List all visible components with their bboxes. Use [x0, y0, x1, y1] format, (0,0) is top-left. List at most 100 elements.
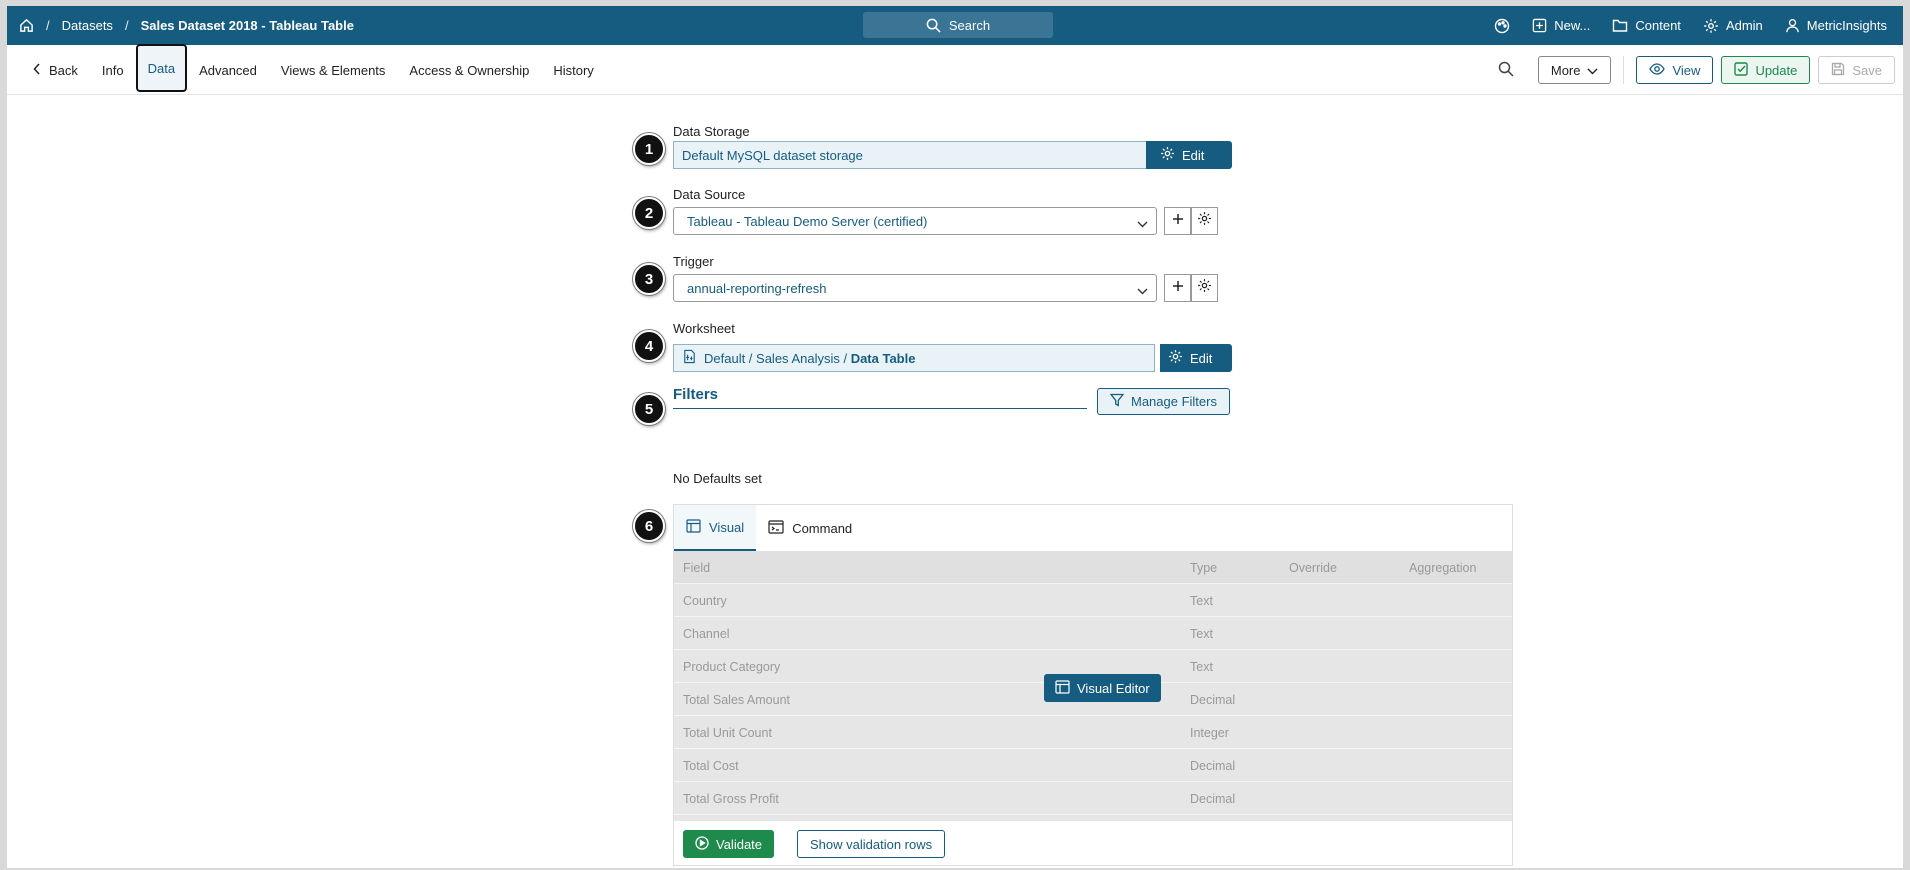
col-override: Override: [1289, 561, 1337, 575]
show-validation-rows-button[interactable]: Show validation rows: [797, 830, 946, 858]
terminal-icon: [768, 519, 784, 537]
top-navbar: / Datasets / Sales Dataset 2018 - Tablea…: [7, 6, 1903, 45]
tab-advanced[interactable]: Advanced: [187, 45, 269, 95]
folder-icon: [1612, 18, 1628, 33]
plus-square-icon: [1532, 18, 1547, 33]
gear-icon: [1160, 146, 1175, 164]
chevron-down-icon: [1587, 63, 1598, 78]
palette-icon[interactable]: [1494, 18, 1510, 34]
table-row: Channel Text: [674, 617, 1512, 650]
data-storage-label: Data Storage: [673, 124, 750, 139]
table-row: Total Gross Profit Decimal: [674, 782, 1512, 815]
tab-views-elements[interactable]: Views & Elements: [269, 45, 398, 95]
row-field: Total Gross Profit: [683, 792, 779, 806]
step-badge-5: 5: [633, 393, 665, 425]
row-field: Total Sales Amount: [683, 693, 791, 707]
editor-tabs: Visual Command: [674, 505, 864, 551]
row-field: Product Category: [683, 660, 781, 674]
row-type: Text: [1190, 660, 1213, 674]
validate-label: Validate: [716, 836, 763, 852]
step-badge-6: 6: [633, 510, 665, 542]
trigger-value: annual-reporting-refresh: [687, 280, 827, 296]
plus-icon: [1172, 279, 1184, 297]
row-field: Country: [683, 594, 727, 608]
breadcrumb-separator: /: [46, 18, 50, 33]
col-field: Field: [683, 561, 711, 575]
no-defaults-text: No Defaults set: [673, 471, 762, 486]
col-aggregation: Aggregation: [1409, 561, 1477, 575]
table-row: Country Text: [674, 584, 1512, 617]
chevron-down-icon: [1137, 216, 1148, 231]
global-search-button[interactable]: Search: [863, 12, 1053, 38]
add-data-source-button[interactable]: [1164, 207, 1191, 235]
view-label: View: [1672, 62, 1701, 78]
worksheet-label: Worksheet: [673, 321, 735, 336]
view-button[interactable]: View: [1636, 56, 1714, 84]
page-tabbar: Back Info Data Advanced Views & Elements…: [7, 44, 1903, 95]
trigger-settings-button[interactable]: [1191, 274, 1218, 302]
user-menu[interactable]: MetricInsights: [1785, 18, 1887, 33]
tab-access-ownership[interactable]: Access & Ownership: [397, 45, 541, 95]
more-button[interactable]: More: [1537, 56, 1612, 84]
row-field: Total Unit Count: [683, 726, 772, 740]
admin-label: Admin: [1725, 18, 1763, 33]
gear-icon: [1168, 349, 1183, 367]
breadcrumb-current: Sales Dataset 2018 - Tableau Table: [140, 18, 354, 33]
chevron-down-icon: [1137, 283, 1148, 298]
trigger-select[interactable]: annual-reporting-refresh: [673, 274, 1157, 302]
play-circle-icon: [695, 835, 709, 853]
worksheet-path: Default / Sales Analysis /: [704, 350, 851, 366]
row-field: Total Cost: [683, 759, 739, 773]
fields-table: Field Type Override Aggregation Country …: [674, 551, 1512, 821]
data-storage-field: Default MySQL dataset storage: [673, 141, 1147, 169]
user-icon: [1785, 18, 1800, 33]
worksheet-edit-button[interactable]: Edit: [1160, 344, 1232, 372]
data-source-settings-button[interactable]: [1191, 207, 1218, 235]
tab-list: Back Info Data Advanced Views & Elements…: [25, 44, 606, 95]
data-source-select[interactable]: Tableau - Tableau Demo Server (certified…: [673, 207, 1157, 235]
table-row: Total Cost Decimal: [674, 749, 1512, 782]
update-label: Update: [1755, 62, 1798, 78]
manage-filters-button[interactable]: Manage Filters: [1097, 388, 1230, 415]
filters-heading: Filters: [673, 386, 719, 403]
tab-visual[interactable]: Visual: [674, 505, 757, 551]
visual-editor-label: Visual Editor: [1077, 680, 1150, 696]
tab-command[interactable]: Command: [756, 505, 864, 551]
data-storage-edit-button[interactable]: Edit: [1146, 141, 1232, 169]
back-button[interactable]: Back: [25, 45, 90, 95]
top-actions: New... Content Admin MetricInsights: [1494, 6, 1887, 45]
tab-info[interactable]: Info: [90, 45, 136, 95]
eye-icon: [1649, 62, 1666, 78]
save-button[interactable]: Save: [1818, 56, 1895, 84]
row-type: Decimal: [1190, 693, 1236, 707]
tab-data[interactable]: Data: [135, 44, 188, 92]
filter-icon: [1109, 393, 1125, 410]
visual-editor-button[interactable]: Visual Editor: [1044, 674, 1161, 702]
add-trigger-button[interactable]: [1164, 274, 1191, 302]
breadcrumb-datasets[interactable]: Datasets: [62, 18, 113, 33]
table-header-row: Field Type Override Aggregation: [674, 551, 1512, 584]
new-label: New...: [1554, 18, 1591, 33]
validate-button[interactable]: Validate: [683, 830, 775, 858]
new-menu[interactable]: New...: [1532, 18, 1590, 33]
row-type: Decimal: [1190, 759, 1236, 773]
worksheet-field: Default / Sales Analysis / Data Table: [673, 344, 1155, 372]
step-badge-4: 4: [633, 330, 665, 362]
row-type: Integer: [1190, 726, 1229, 740]
home-icon[interactable]: [19, 18, 34, 33]
content-menu[interactable]: Content: [1612, 18, 1681, 33]
edit-label: Edit: [1182, 147, 1205, 163]
breadcrumb: / Datasets / Sales Dataset 2018 - Tablea…: [19, 6, 354, 45]
tab-history[interactable]: History: [541, 45, 605, 95]
step-badge-2: 2: [633, 197, 665, 229]
edit-label: Edit: [1190, 350, 1213, 366]
admin-menu[interactable]: Admin: [1703, 18, 1763, 34]
manage-filters-label: Manage Filters: [1131, 394, 1217, 409]
update-button[interactable]: Update: [1721, 56, 1811, 84]
gear-icon: [1703, 18, 1719, 34]
tab-command-label: Command: [792, 520, 853, 536]
row-type: Text: [1190, 594, 1213, 608]
step-badge-3: 3: [633, 263, 665, 295]
user-label: MetricInsights: [1806, 18, 1887, 33]
search-icon[interactable]: [1498, 61, 1514, 80]
